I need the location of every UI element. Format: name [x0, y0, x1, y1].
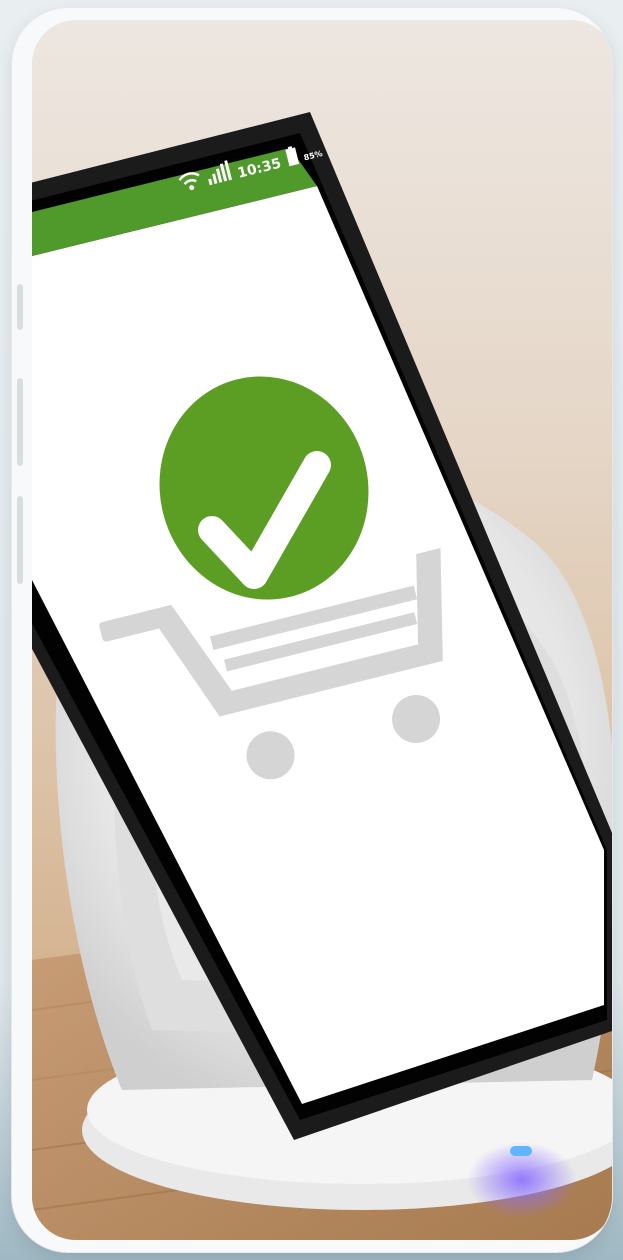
side-button-top — [17, 284, 23, 330]
charging-led — [510, 1146, 532, 1156]
side-button-bottom — [17, 496, 23, 584]
phone-mockup-frame: 10:35 85% — [12, 8, 612, 1252]
side-button-middle — [17, 378, 23, 466]
product-photo: 10:35 85% — [32, 112, 612, 1240]
mockup-screen: 10:35 85% — [32, 20, 612, 1240]
